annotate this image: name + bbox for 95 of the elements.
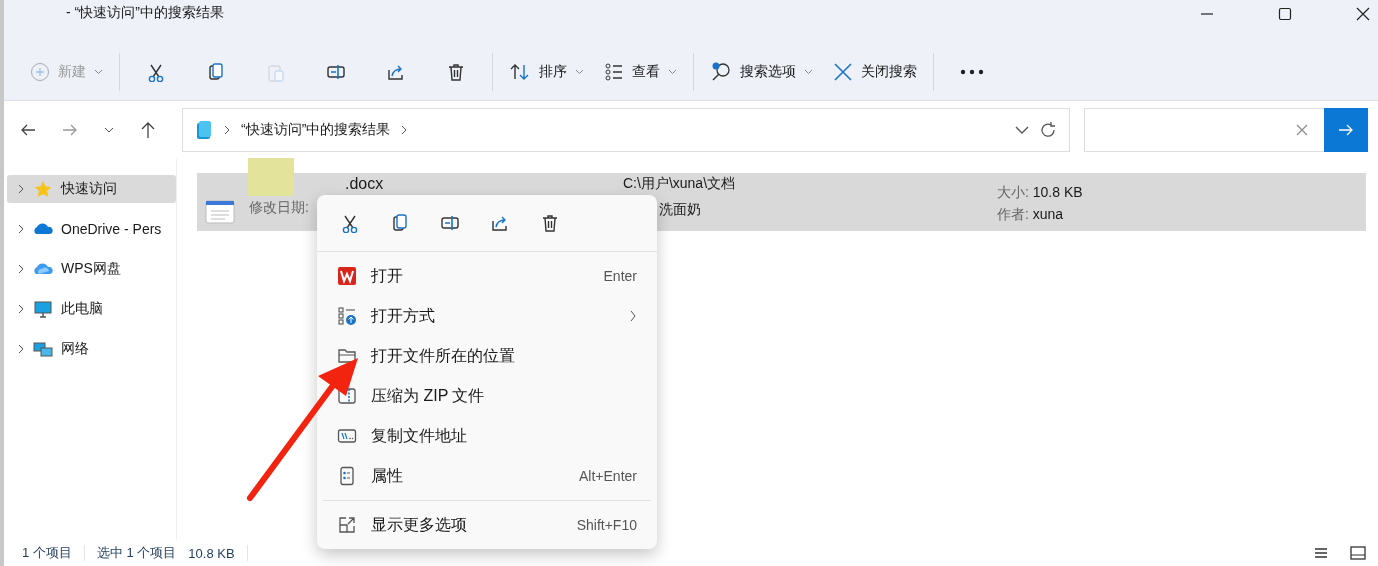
address-bar[interactable]: “快速访问”中的搜索结果 (182, 108, 1070, 152)
search-icon (710, 61, 732, 83)
expand-icon (17, 224, 25, 234)
menu-item[interactable]: 压缩为 ZIP 文件 (317, 376, 657, 416)
sidebar-label: OneDrive - Pers (61, 221, 162, 237)
menu-item-label: 复制文件地址 (371, 425, 468, 446)
paste-icon (266, 62, 286, 82)
file-size: 大小: 10.8 KB (997, 183, 1083, 201)
modified-date-label: 修改日期: (249, 199, 310, 217)
app-logo-icon (337, 266, 357, 286)
properties-icon (337, 466, 357, 486)
more-icon[interactable] (960, 69, 984, 75)
folder-stack-icon (195, 120, 213, 140)
sidebar-item[interactable]: 此电脑 (7, 295, 176, 323)
search-options-button[interactable]: 搜索选项 (700, 54, 823, 90)
clear-icon[interactable] (1296, 124, 1308, 136)
view-button[interactable]: 查看 (594, 54, 687, 90)
shortcut-text: Alt+Enter (579, 468, 637, 484)
sort-icon (509, 62, 531, 82)
sidebar-label: 快速访问 (61, 180, 117, 198)
star-icon (33, 180, 53, 198)
maximize-icon[interactable] (1278, 7, 1292, 21)
plus-icon (30, 62, 50, 82)
monitor-icon (33, 300, 53, 318)
tiles-view-icon[interactable] (1350, 546, 1366, 560)
menu-item[interactable]: 打开方式 (317, 296, 657, 336)
more-options-icon (337, 515, 357, 535)
close-icon (833, 62, 853, 82)
forward-icon[interactable] (62, 122, 78, 138)
menu-item-label: 显示更多选项 (371, 514, 468, 535)
file-author: 作者: xuna (997, 205, 1065, 223)
menu-item-label: 压缩为 ZIP 文件 (371, 385, 486, 406)
list-icon (604, 62, 624, 82)
menu-item[interactable]: 显示更多选项 Shift+F10 (317, 505, 657, 545)
sidebar-item[interactable]: 快速访问 (7, 175, 176, 203)
path-icon (337, 426, 357, 446)
chevron-down-icon[interactable] (1015, 126, 1029, 134)
selection-count: 选中 1 个项目 (96, 544, 177, 562)
delete-icon (446, 62, 466, 82)
file-name: .docx (344, 175, 384, 193)
sidebar-item[interactable]: WPS网盘 (7, 255, 176, 283)
zip-icon (337, 386, 357, 406)
sidebar-label: WPS网盘 (61, 260, 121, 278)
redaction-block (248, 158, 294, 196)
breadcrumb[interactable]: “快速访问”中的搜索结果 (241, 121, 391, 139)
menu-item-label: 打开文件所在的位置 (371, 345, 516, 366)
item-count: 1 个项目 (22, 544, 72, 562)
refresh-icon[interactable] (1039, 121, 1057, 139)
menu-item-label: 属性 (371, 465, 404, 486)
chevron-right-icon (400, 125, 409, 135)
open-with-icon (337, 306, 357, 326)
window-title: - “快速访问”中的搜索结果 (65, 3, 224, 22)
file-path: C:\用户\xuna\文档 (623, 175, 737, 192)
menu-item-label: 打开 (371, 265, 404, 286)
document-icon (205, 199, 235, 225)
sidebar-label: 此电脑 (61, 300, 103, 318)
sort-button[interactable]: 排序 (499, 54, 594, 90)
sidebar-label: 网络 (61, 340, 89, 358)
details-view-icon[interactable] (1314, 547, 1328, 559)
up-icon[interactable] (140, 121, 156, 139)
folder-icon (337, 346, 357, 366)
menu-item[interactable]: 打开文件所在的位置 (317, 336, 657, 376)
back-icon[interactable] (20, 122, 36, 138)
caret-icon (575, 69, 584, 75)
cut-icon (340, 213, 360, 233)
rename-icon (440, 213, 460, 233)
selection-size: 10.8 KB (188, 545, 235, 561)
menu-item[interactable]: 复制文件地址 (317, 416, 657, 456)
sidebar-item[interactable]: OneDrive - Pers (7, 215, 176, 243)
sidebar-item[interactable]: 网络 (7, 335, 176, 363)
delete-icon (540, 213, 560, 233)
menu-item[interactable]: 打开 Enter (317, 256, 657, 296)
chevron-down-icon[interactable] (104, 127, 114, 133)
caret-icon (94, 69, 103, 75)
close-icon[interactable] (1356, 7, 1370, 21)
menu-item[interactable]: 属性 Alt+Enter (317, 456, 657, 496)
expand-icon (17, 344, 25, 354)
search-field[interactable] (1084, 108, 1324, 152)
shortcut-text: Enter (603, 268, 637, 284)
file-detail: 洗面奶 (658, 200, 702, 218)
rename-icon (326, 62, 346, 82)
copy-icon (390, 213, 410, 233)
caret-icon (804, 69, 813, 75)
arrow-right-icon (1338, 123, 1354, 137)
chevron-right-icon (223, 125, 231, 135)
expand-icon (17, 264, 25, 274)
copy-icon (206, 62, 226, 82)
expand-icon (17, 304, 25, 314)
network-icon (33, 340, 53, 358)
shortcut-text: Shift+F10 (576, 517, 637, 533)
menu-item-label: 打开方式 (371, 305, 436, 326)
cut-icon (146, 62, 166, 82)
caret-icon (668, 69, 677, 75)
close-search-button[interactable]: 关闭搜索 (823, 54, 927, 90)
expand-icon (17, 184, 25, 194)
